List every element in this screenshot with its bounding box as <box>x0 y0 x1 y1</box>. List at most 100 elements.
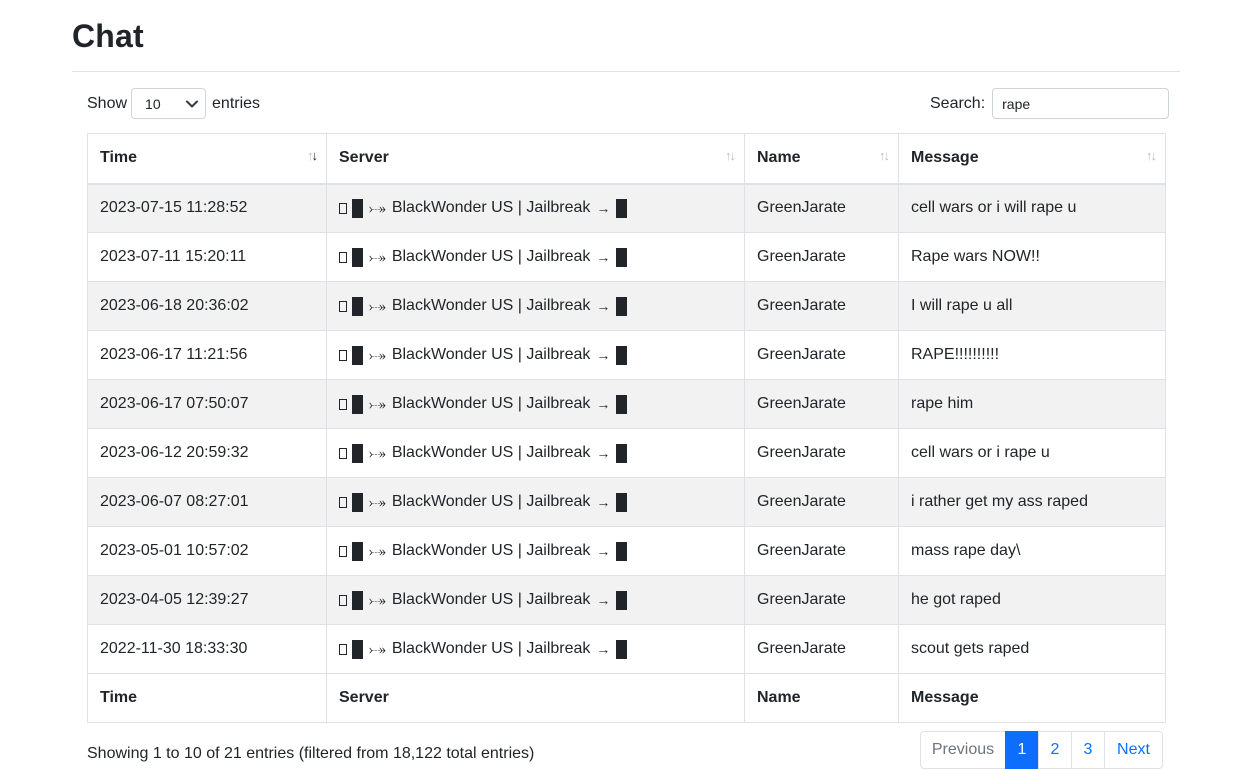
page-2-button[interactable]: 2 <box>1038 731 1072 769</box>
sort-icon: ↑↓ <box>1146 148 1157 163</box>
cell-time: 2023-05-01 10:57:02 <box>87 526 327 576</box>
cell-message: Rape wars NOW!! <box>898 232 1166 282</box>
server-arrow-right-icon: ⤐ <box>369 248 386 265</box>
server-block-icon <box>616 590 628 610</box>
table-row: 2023-07-11 15:20:11 ⤐ BlackWonder US | Jai… <box>87 232 1166 282</box>
server-prefix-icon <box>339 300 347 312</box>
server-arrow-right-icon: → <box>596 445 611 461</box>
column-header-time[interactable]: Time ↑↓ <box>87 133 327 185</box>
server-prefix-icon <box>339 349 347 361</box>
server-name: BlackWonder US | Jailbreak <box>391 297 591 314</box>
cell-name: GreenJarate <box>744 232 899 282</box>
table-row: 2022-11-30 18:33:30 ⤐ BlackWonder US | Jai… <box>87 624 1166 674</box>
column-header-label: Server <box>339 149 389 167</box>
server-arrow-right-icon: → <box>596 396 611 412</box>
server-block-icon <box>352 247 363 267</box>
server-prefix-icon <box>339 398 347 410</box>
cell-message: i rather get my ass raped <box>898 477 1166 527</box>
server-name: BlackWonder US | Jailbreak <box>391 444 591 461</box>
server-block-icon <box>616 443 628 463</box>
server-name: BlackWonder US | Jailbreak <box>391 346 591 363</box>
table-body: 2023-07-15 11:28:52 ⤐ BlackWonder US | Jai… <box>87 183 1166 674</box>
search-control: Search: <box>930 88 1170 119</box>
cell-message: cell wars or i will rape u <box>898 183 1166 233</box>
page-1-button[interactable]: 1 <box>1005 731 1039 769</box>
chevron-down-icon <box>186 100 199 107</box>
server-arrow-right-icon: → <box>596 543 611 559</box>
server-name: BlackWonder US | Jailbreak <box>391 542 591 559</box>
cell-time: 2023-06-18 20:36:02 <box>87 281 327 331</box>
table-row: 2023-06-18 20:36:02 ⤐ BlackWonder US | Jai… <box>87 281 1166 331</box>
cell-name: GreenJarate <box>744 281 899 331</box>
server-name: BlackWonder US | Jailbreak <box>391 248 591 265</box>
cell-name: GreenJarate <box>744 526 899 576</box>
table-row: 2023-06-07 08:27:01 ⤐ BlackWonder US | Jai… <box>87 477 1166 527</box>
server-block-icon <box>352 443 363 463</box>
column-header-message[interactable]: Message ↑↓ <box>898 133 1166 185</box>
search-label: Search: <box>930 94 986 112</box>
page-3-button[interactable]: 3 <box>1071 731 1105 769</box>
server-arrow-right-icon: → <box>596 347 611 363</box>
cell-name: GreenJarate <box>744 379 899 429</box>
title-divider <box>72 71 1180 72</box>
server-name: BlackWonder US | Jailbreak <box>391 591 591 608</box>
column-footer-message: Message <box>898 673 1166 723</box>
server-block-icon <box>616 198 628 218</box>
cell-server: ⤐ BlackWonder US | Jailbreak → <box>326 281 745 331</box>
cell-message: cell wars or i rape u <box>898 428 1166 478</box>
server-block-icon <box>352 639 363 659</box>
table-row: 2023-07-15 11:28:52 ⤐ BlackWonder US | Jai… <box>87 183 1166 233</box>
cell-server: ⤐ BlackWonder US | Jailbreak → <box>326 477 745 527</box>
cell-time: 2023-06-17 07:50:07 <box>87 379 327 429</box>
entries-per-page-select[interactable]: 10 <box>131 88 207 119</box>
server-arrow-right-icon: ⤐ <box>369 395 386 412</box>
column-header-server[interactable]: Server ↑↓ <box>326 133 745 185</box>
column-footer-name: Name <box>744 673 899 723</box>
server-name: BlackWonder US | Jailbreak <box>391 493 591 510</box>
server-prefix-icon <box>339 594 347 606</box>
table-info: Showing 1 to 10 of 21 entries (filtered … <box>87 745 535 762</box>
server-arrow-right-icon: ⤐ <box>369 640 386 657</box>
column-footer-time: Time <box>87 673 327 723</box>
cell-time: 2023-04-05 12:39:27 <box>87 575 327 625</box>
sort-icon: ↑↓ <box>725 148 736 163</box>
server-arrow-right-icon: ⤐ <box>369 346 386 363</box>
next-page-button[interactable]: Next <box>1104 731 1163 769</box>
cell-server: ⤐ BlackWonder US | Jailbreak → <box>326 330 745 380</box>
cell-message: I will rape u all <box>898 281 1166 331</box>
cell-server: ⤐ BlackWonder US | Jailbreak → <box>326 428 745 478</box>
table-row: 2023-06-12 20:59:32 ⤐ BlackWonder US | Jai… <box>87 428 1166 478</box>
server-prefix-icon <box>339 251 347 263</box>
server-arrow-right-icon: ⤐ <box>369 199 386 216</box>
cell-name: GreenJarate <box>744 477 899 527</box>
column-header-label: Message <box>911 149 979 167</box>
cell-time: 2022-11-30 18:33:30 <box>87 624 327 674</box>
sort-desc-icon: ↑↓ <box>307 148 318 163</box>
server-prefix-icon <box>339 643 347 655</box>
server-block-icon <box>352 541 363 561</box>
server-arrow-right-icon: → <box>596 249 611 265</box>
cell-server: ⤐ BlackWonder US | Jailbreak → <box>326 379 745 429</box>
server-arrow-right-icon: → <box>596 494 611 510</box>
server-prefix-icon <box>339 545 347 557</box>
server-block-icon <box>352 394 363 414</box>
table-header-row: Time ↑↓ Server ↑↓ Name ↑↓ Message ↑↓ <box>87 133 1166 185</box>
table-row: 2023-06-17 07:50:07 ⤐ BlackWonder US | Jai… <box>87 379 1166 429</box>
server-arrow-right-icon: ⤐ <box>369 444 386 461</box>
cell-server: ⤐ BlackWonder US | Jailbreak → <box>326 526 745 576</box>
server-block-icon <box>352 590 363 610</box>
server-block-icon <box>352 198 363 218</box>
entries-per-page-value: 10 <box>145 95 161 112</box>
previous-page-button[interactable]: Previous <box>920 731 1006 769</box>
cell-server: ⤐ BlackWonder US | Jailbreak → <box>326 232 745 282</box>
cell-name: GreenJarate <box>744 575 899 625</box>
server-block-icon <box>616 639 628 659</box>
cell-message: he got raped <box>898 575 1166 625</box>
server-block-icon <box>352 492 363 512</box>
server-block-icon <box>616 541 628 561</box>
show-label: Show <box>87 94 128 112</box>
cell-time: 2023-06-07 08:27:01 <box>87 477 327 527</box>
search-input[interactable] <box>992 88 1170 119</box>
server-name: BlackWonder US | Jailbreak <box>391 199 591 217</box>
column-header-name[interactable]: Name ↑↓ <box>744 133 899 185</box>
